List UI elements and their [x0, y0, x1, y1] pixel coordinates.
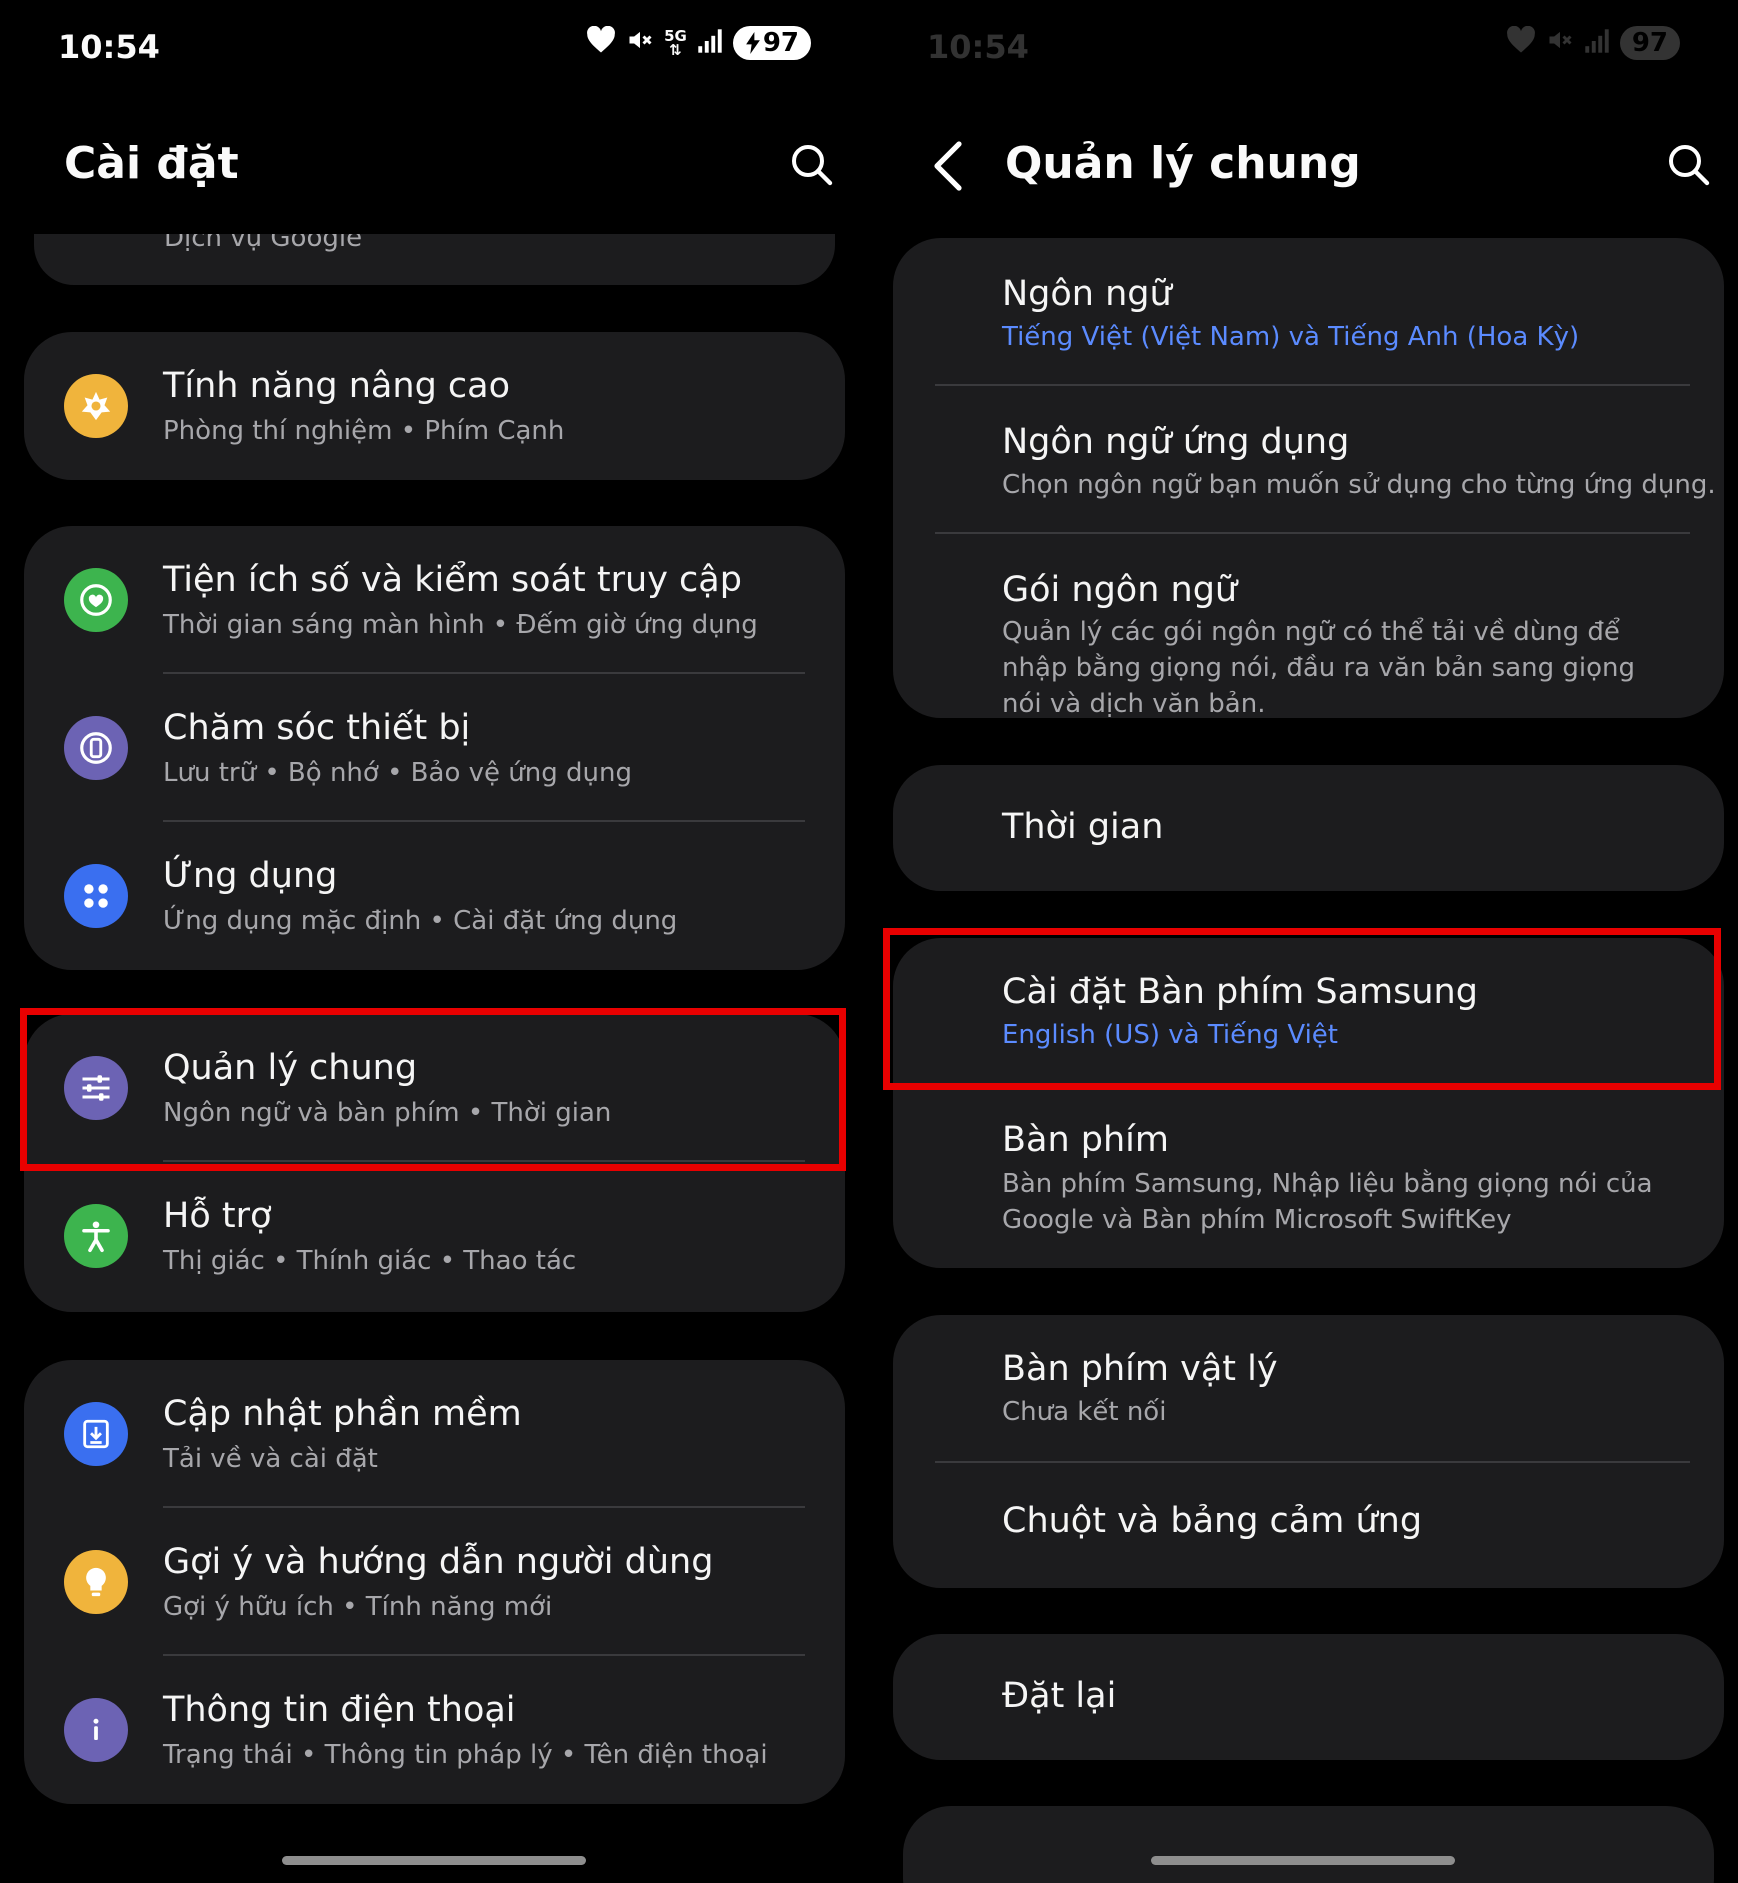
network-5g-icon: 5G ⇅ [664, 27, 687, 59]
item-title: Gói ngôn ngữ [1002, 570, 1238, 610]
status-bar: 10:54 97 [927, 24, 1680, 72]
management-card: Quản lý chung Ngôn ngữ và bàn phím • Thờ… [24, 1014, 845, 1312]
item-title: Ngôn ngữ ứng dụng [1002, 422, 1350, 462]
menu-item-app-languages[interactable]: Ngôn ngữ ứng dụng Chọn ngôn ngữ bạn muốn… [893, 386, 1724, 534]
status-time: 10:54 [58, 28, 160, 66]
search-icon[interactable] [787, 140, 837, 190]
item-subtitle: Tải về và cài đặt [163, 1444, 378, 1474]
apps-icon [64, 864, 128, 928]
menu-item-keyboard-list[interactable]: Bàn phím Bàn phím Samsung, Nhập liệu bằn… [893, 1086, 1724, 1268]
utilities-card: Tiện ích số và kiểm soát truy cập Thời g… [24, 526, 845, 970]
menu-item-physical-keyboard[interactable]: Bàn phím vật lý Chưa kết nối [893, 1315, 1724, 1463]
item-title: Ngôn ngữ [1002, 274, 1172, 314]
item-title: Cập nhật phần mềm [163, 1394, 522, 1434]
device-care-icon [64, 716, 128, 780]
page-title: Cài đặt [64, 138, 239, 189]
item-title: Hỗ trợ [163, 1196, 272, 1236]
sidebar-item-advanced-features[interactable]: Tính năng nâng cao Phòng thí nghiệm • Ph… [24, 332, 845, 480]
item-subtitle: Trạng thái • Thông tin pháp lý • Tên điệ… [163, 1740, 768, 1770]
sidebar-item-accessibility[interactable]: Hỗ trợ Thị giác • Thính giác • Thao tác [24, 1162, 845, 1310]
item-subtitle: Phòng thí nghiệm • Phím Cạnh [163, 416, 565, 446]
item-title: Tính năng nâng cao [163, 366, 511, 406]
status-bar: 10:54 5G ⇅ 97 [58, 24, 811, 72]
item-title: Tiện ích số và kiểm soát truy cập [163, 560, 742, 600]
sidebar-item-tips[interactable]: Gợi ý và hướng dẫn người dùng Gợi ý hữu … [24, 1508, 845, 1656]
sidebar-item-about-phone[interactable]: Thông tin điện thoại Trạng thái • Thông … [24, 1656, 845, 1804]
item-title: Bàn phím vật lý [1002, 1349, 1278, 1389]
list-clip [0, 200, 869, 234]
item-subtitle: Quản lý các gói ngôn ngữ có thể tải về d… [1002, 617, 1636, 718]
sidebar-item-general-management[interactable]: Quản lý chung Ngôn ngữ và bàn phím • Thờ… [24, 1014, 845, 1162]
mute-icon [1546, 24, 1574, 62]
item-title: Thông tin điện thoại [163, 1690, 516, 1730]
item-subtitle: Thị giác • Thính giác • Thao tác [163, 1246, 577, 1276]
advanced-features-icon [64, 374, 128, 438]
menu-item-language-packs[interactable]: Gói ngôn ngữ Quản lý các gói ngôn ngữ có… [893, 534, 1724, 718]
keyboard-card: Cài đặt Bàn phím Samsung English (US) và… [893, 938, 1724, 1268]
battery-level: 97 [762, 28, 799, 58]
page-title: Quản lý chung [1005, 138, 1361, 189]
menu-item-mouse-trackpad[interactable]: Chuột và bảng cảm ứng [893, 1463, 1724, 1588]
item-subtitle: Chọn ngôn ngữ bạn muốn sử dụng cho từng … [1002, 470, 1716, 500]
menu-item-language[interactable]: Ngôn ngữ Tiếng Việt (Việt Nam) và Tiếng … [893, 238, 1724, 386]
item-subtitle: Thời gian sáng màn hình • Đếm giờ ứng dụ… [163, 610, 758, 640]
item-subtitle: Ngôn ngữ và bàn phím • Thời gian [163, 1098, 612, 1128]
mute-icon [626, 24, 654, 62]
about-phone-icon [64, 1698, 128, 1762]
item-subtitle: English (US) và Tiếng Việt [1002, 1020, 1338, 1050]
physical-input-card: Bàn phím vật lý Chưa kết nối Chuột và bả… [893, 1315, 1724, 1588]
signal-icon [1584, 24, 1610, 62]
item-title: Đặt lại [1002, 1676, 1117, 1716]
status-time: 10:54 [927, 28, 1029, 66]
accessibility-icon [64, 1204, 128, 1268]
digital-wellbeing-icon [64, 568, 128, 632]
item-title: Cài đặt Bàn phím Samsung [1002, 972, 1478, 1012]
sidebar-item-digital-wellbeing[interactable]: Tiện ích số và kiểm soát truy cập Thời g… [24, 526, 845, 674]
item-title: Thời gian [1002, 807, 1164, 847]
item-title: Gợi ý và hướng dẫn người dùng [163, 1542, 714, 1582]
reset-card: Đặt lại [893, 1634, 1724, 1760]
search-icon[interactable] [1664, 140, 1714, 190]
general-management-icon [64, 1056, 128, 1120]
menu-item-date-time[interactable]: Thời gian [893, 765, 1724, 891]
time-card: Thời gian [893, 765, 1724, 891]
tips-icon [64, 1550, 128, 1614]
item-title: Ứng dụng [163, 856, 338, 896]
item-title: Chăm sóc thiết bị [163, 708, 471, 748]
item-title: Chuột và bảng cảm ứng [1002, 1501, 1423, 1541]
sidebar-item-device-care[interactable]: Chăm sóc thiết bị Lưu trữ • Bộ nhớ • Bảo… [24, 674, 845, 822]
menu-item-samsung-keyboard-settings[interactable]: Cài đặt Bàn phím Samsung English (US) và… [893, 938, 1724, 1086]
heart-icon [1506, 24, 1536, 62]
support-card: Cập nhật phần mềm Tải về và cài đặt Gợi … [24, 1360, 845, 1804]
software-update-icon [64, 1402, 128, 1466]
home-indicator[interactable] [282, 1856, 586, 1865]
item-title: Quản lý chung [163, 1048, 418, 1088]
sidebar-item-software-update[interactable]: Cập nhật phần mềm Tải về và cài đặt [24, 1360, 845, 1508]
general-management-screen: 10:54 97 Quản lý chung Ngôn ngữ Tiếng Vi… [869, 0, 1738, 1883]
menu-item-reset[interactable]: Đặt lại [893, 1634, 1724, 1760]
signal-icon [697, 24, 723, 62]
battery-indicator: 97 [1619, 26, 1680, 60]
item-subtitle: Tiếng Việt (Việt Nam) và Tiếng Anh (Hoa … [1002, 322, 1580, 352]
battery-indicator: 97 [732, 26, 811, 60]
language-card: Ngôn ngữ Tiếng Việt (Việt Nam) và Tiếng … [893, 238, 1724, 718]
heart-icon [586, 24, 616, 62]
item-subtitle: Chưa kết nối [1002, 1397, 1167, 1427]
app-bar: Cài đặt [0, 130, 869, 210]
sidebar-item-apps[interactable]: Ứng dụng Ứng dụng mặc định • Cài đặt ứng… [24, 822, 845, 970]
settings-screen: 10:54 5G ⇅ 97 Cài đặt Dịch vụ Google Tín… [0, 0, 869, 1883]
item-subtitle: Lưu trữ • Bộ nhớ • Bảo vệ ứng dụng [163, 758, 632, 788]
next-card-partial [903, 1806, 1714, 1883]
item-subtitle: Ứng dụng mặc định • Cài đặt ứng dụng [163, 906, 678, 936]
item-subtitle: Gợi ý hữu ích • Tính năng mới [163, 1592, 553, 1622]
back-arrow-icon[interactable] [931, 140, 971, 192]
charging-icon [745, 32, 760, 54]
app-bar: Quản lý chung [869, 130, 1738, 210]
item-title: Bàn phím [1002, 1120, 1169, 1160]
item-subtitle: Bàn phím Samsung, Nhập liệu bằng giọng n… [1002, 1169, 1653, 1235]
battery-level: 97 [1631, 28, 1668, 58]
network-label: 5G [664, 27, 687, 45]
advanced-features-card: Tính năng nâng cao Phòng thí nghiệm • Ph… [24, 332, 845, 480]
home-indicator[interactable] [1151, 1856, 1455, 1865]
